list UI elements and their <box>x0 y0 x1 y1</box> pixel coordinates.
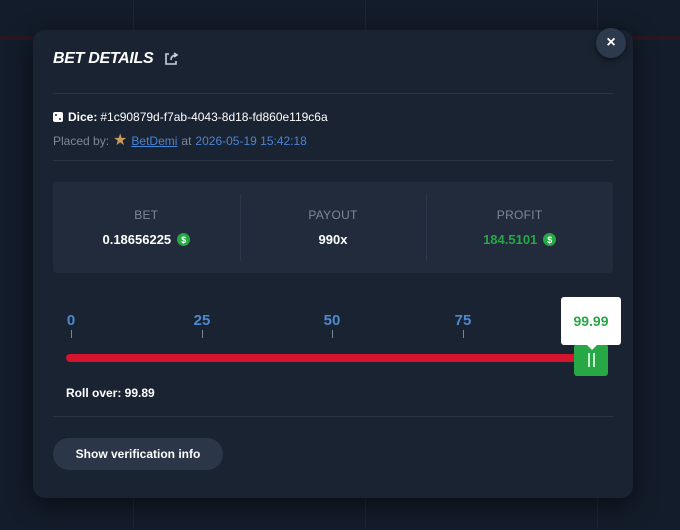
stat-value: 0.18656225 $ <box>102 232 191 247</box>
payout-multiplier: 990x <box>318 232 348 247</box>
divider <box>53 160 613 161</box>
divider <box>53 93 613 94</box>
dollar-coin-icon: $ <box>543 233 557 246</box>
dollar-coin-icon: $ <box>177 233 191 246</box>
placed-by-row: Placed by: ★ BetDemi at 2026-05-19 15:42… <box>53 132 307 149</box>
stat-label: PAYOUT <box>308 208 358 222</box>
show-verification-button[interactable]: Show verification info <box>53 438 223 470</box>
tick-mark <box>463 330 464 338</box>
stat-bet: BET 0.18656225 $ <box>53 182 240 273</box>
stat-profit: PROFIT 184.5101 $ <box>426 182 613 273</box>
tick-label: 25 <box>193 312 211 329</box>
modal-header: BET DETAILS <box>53 50 179 68</box>
bet-timestamp: 2026-05-19 15:42:18 <box>195 134 307 148</box>
modal-title: BET DETAILS <box>53 50 154 67</box>
stat-payout: PAYOUT 990x <box>239 182 427 273</box>
bet-details-modal: BET DETAILS Dice: #1c90879d-f7ab-4043-8d… <box>33 30 633 498</box>
roll-over-text: Roll over: 99.89 <box>66 386 155 400</box>
tick-label: 75 <box>454 312 472 329</box>
slider-value-tooltip: 99.99 <box>561 297 621 350</box>
tick-mark <box>71 330 72 338</box>
profit-amount: 184.5101 <box>483 232 538 247</box>
bet-id-row: Dice: #1c90879d-f7ab-4043-8d18-fd860e119… <box>53 110 328 124</box>
tick-mark <box>332 330 333 338</box>
bet-game-label: Dice: <box>68 110 98 124</box>
vip-star-icon: ★ <box>113 132 128 149</box>
close-icon: × <box>606 34 616 51</box>
tick-label: 0 <box>66 312 76 329</box>
bet-stats-panel: BET 0.18656225 $ PAYOUT 990x PROFIT 184.… <box>53 182 613 273</box>
stat-value: 990x <box>319 232 348 247</box>
roll-slider: 0 25 50 75 99.99 <box>33 292 633 392</box>
share-icon[interactable] <box>163 51 179 67</box>
dice-icon <box>53 112 63 122</box>
stat-label: PROFIT <box>496 208 543 222</box>
bet-amount: 0.18656225 <box>102 232 172 247</box>
user-link[interactable]: BetDemi <box>131 134 177 148</box>
at-label: at <box>181 134 192 148</box>
slider-track <box>66 354 588 362</box>
stat-value: 184.5101 $ <box>483 232 557 247</box>
divider <box>53 416 613 417</box>
placed-by-label: Placed by: <box>53 134 110 148</box>
close-button[interactable]: × <box>596 28 626 58</box>
bet-id: #1c90879d-f7ab-4043-8d18-fd860e119c6a <box>100 110 328 124</box>
stat-label: BET <box>134 208 159 222</box>
tick-mark <box>202 330 203 338</box>
tick-label: 50 <box>323 312 341 329</box>
